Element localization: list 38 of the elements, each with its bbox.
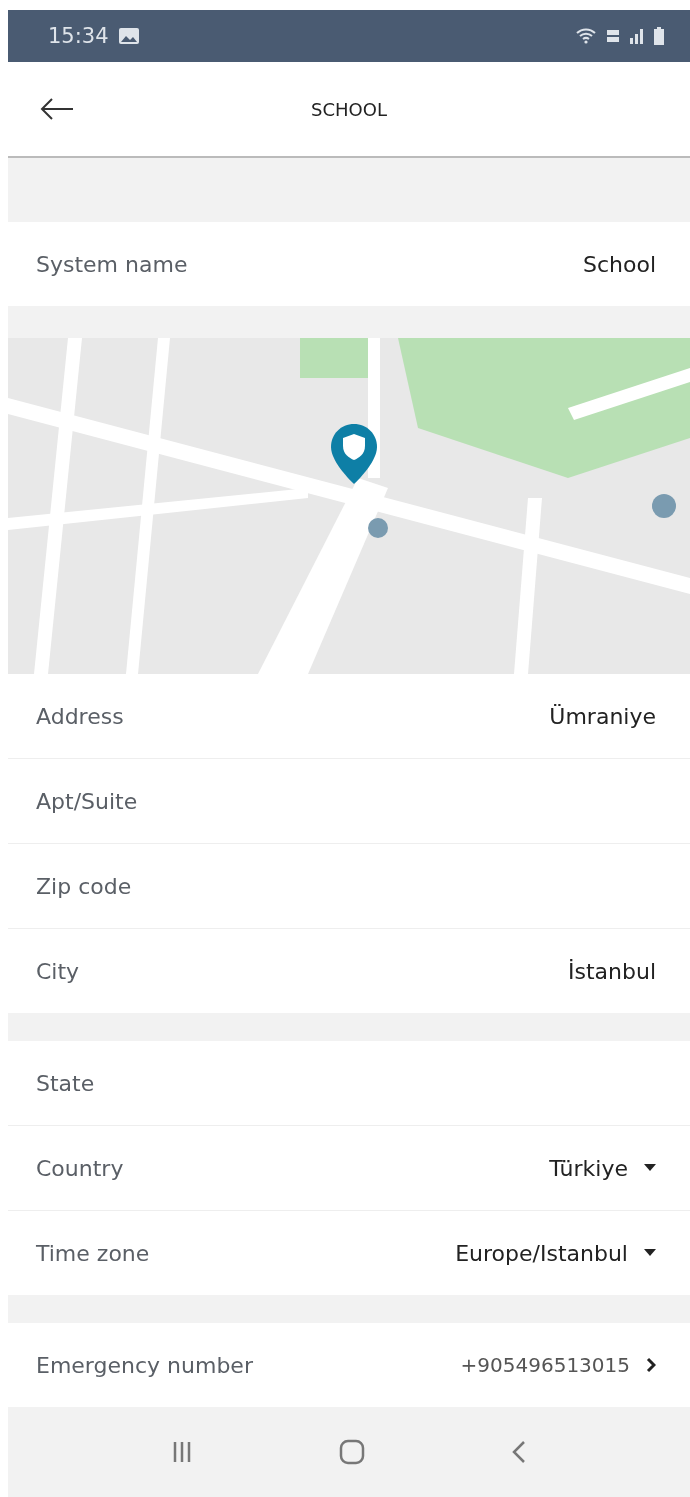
link[interactable]: +905496513015 <box>460 1353 656 1377</box>
recents-icon <box>171 1441 192 1463</box>
wifi-icon <box>576 28 596 44</box>
screen-title: SCHOOL <box>310 98 388 120</box>
back-arrow-icon <box>40 97 74 121</box>
chevron-right-icon <box>646 1357 656 1373</box>
settings-row[interactable]: System name School <box>8 222 690 306</box>
caret-icon <box>644 1249 656 1257</box>
status-time: 15:34 <box>48 24 109 48</box>
row-label: System name <box>36 251 189 277</box>
signal-icon <box>630 28 644 44</box>
row-label: Time zone <box>36 1240 151 1266</box>
row-label: Address <box>36 703 125 729</box>
settings-row[interactable]: Apt/Suite <box>8 758 690 843</box>
caret-icon <box>644 1164 656 1172</box>
row-value: Ümraniye <box>549 703 656 729</box>
row-label: City <box>36 958 81 984</box>
row-label: State <box>36 1070 96 1096</box>
settings-row[interactable]: Country Türkiye <box>8 1125 690 1210</box>
row-value: İstanbul <box>567 958 656 984</box>
lte-icon <box>606 28 620 44</box>
dropdown[interactable]: Europe/Istanbul <box>455 1240 656 1266</box>
battery-icon <box>654 27 664 45</box>
settings-row[interactable]: Zip code <box>8 843 690 928</box>
row-label: Zip code <box>36 873 133 899</box>
settings-row[interactable]: Time zone Europe/Istanbul <box>8 1210 690 1295</box>
map-pin-icon <box>330 424 378 484</box>
row-label: Apt/Suite <box>36 788 139 814</box>
row-label: Emergency number <box>36 1352 254 1378</box>
image-icon <box>118 28 139 44</box>
home-icon <box>339 1439 365 1465</box>
settings-row[interactable]: Emergency number +905496513015 <box>8 1323 690 1407</box>
row-value: School <box>582 251 656 277</box>
settings-row[interactable]: State <box>8 1041 690 1125</box>
row-label: Country <box>36 1155 125 1181</box>
back-icon <box>512 1440 527 1464</box>
dropdown[interactable]: Türkiye <box>549 1155 656 1181</box>
settings-row[interactable]: City İstanbul <box>8 928 690 1013</box>
